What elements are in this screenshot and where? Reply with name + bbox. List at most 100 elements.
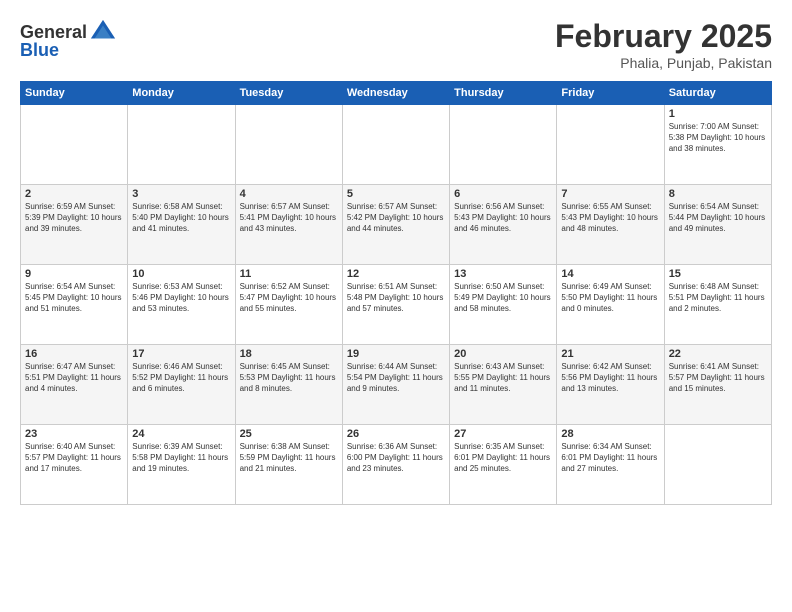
calendar-week-row: 9Sunrise: 6:54 AM Sunset: 5:45 PM Daylig… — [21, 265, 772, 345]
calendar-cell: 7 Sunrise: 6:55 AM Sunset: 5:43 PM Daylig… — [557, 185, 664, 265]
cell-content: Sunrise: 6:45 AM Sunset: 5:53 PM Dayligh… — [240, 362, 338, 394]
cell-content: Sunrise: 6:50 AM Sunset: 5:49 PM Dayligh… — [454, 282, 552, 314]
calendar-week-row: 23 Sunrise: 6:40 AM Sunset: 5:57 PM Dayli… — [21, 425, 772, 505]
day-number: 27 — [454, 428, 552, 440]
month-title: February 2025 — [555, 18, 772, 55]
cell-content: Sunrise: 6:35 AM Sunset: 6:01 PM Dayligh… — [454, 442, 552, 474]
weekday-header: Monday — [128, 82, 235, 105]
page-container: General Blue February 2025 Phalia, Punja… — [0, 0, 792, 515]
day-number: 18 — [240, 348, 338, 360]
cell-content: Sunrise: 6:47 AM Sunset: 5:51 PM Dayligh… — [25, 362, 123, 394]
cell-content: Sunrise: 6:34 AM Sunset: 6:01 PM Dayligh… — [561, 442, 659, 474]
day-number: 13 — [454, 268, 552, 280]
day-number: 20 — [454, 348, 552, 360]
calendar-cell: 3 Sunrise: 6:58 AM Sunset: 5:40 PM Daylig… — [128, 185, 235, 265]
weekday-header-row: SundayMondayTuesdayWednesdayThursdayFrid… — [21, 82, 772, 105]
cell-content: Sunrise: 6:40 AM Sunset: 5:57 PM Dayligh… — [25, 442, 123, 474]
weekday-header: Wednesday — [342, 82, 449, 105]
day-number: 26 — [347, 428, 445, 440]
calendar-week-row: 16 Sunrise: 6:47 AM Sunset: 5:51 PM Dayli… — [21, 345, 772, 425]
calendar-table: SundayMondayTuesdayWednesdayThursdayFrid… — [20, 81, 772, 505]
day-number: 11 — [240, 268, 338, 280]
cell-content: Sunrise: 6:58 AM Sunset: 5:40 PM Dayligh… — [132, 202, 230, 234]
calendar-cell: 2Sunrise: 6:59 AM Sunset: 5:39 PM Daylig… — [21, 185, 128, 265]
calendar-cell: 22 Sunrise: 6:41 AM Sunset: 5:57 PM Dayli… — [664, 345, 771, 425]
cell-content: Sunrise: 6:36 AM Sunset: 6:00 PM Dayligh… — [347, 442, 445, 474]
calendar-cell — [21, 105, 128, 185]
cell-content: Sunrise: 6:46 AM Sunset: 5:52 PM Dayligh… — [132, 362, 230, 394]
calendar-cell — [235, 105, 342, 185]
weekday-header: Tuesday — [235, 82, 342, 105]
title-block: February 2025 Phalia, Punjab, Pakistan — [555, 18, 772, 71]
calendar-cell: 24 Sunrise: 6:39 AM Sunset: 5:58 PM Dayli… — [128, 425, 235, 505]
day-number: 3 — [132, 188, 230, 200]
day-number: 23 — [25, 428, 123, 440]
calendar-cell: 25 Sunrise: 6:38 AM Sunset: 5:59 PM Dayli… — [235, 425, 342, 505]
day-number: 14 — [561, 268, 659, 280]
cell-content: Sunrise: 6:53 AM Sunset: 5:46 PM Dayligh… — [132, 282, 230, 314]
cell-content: Sunrise: 6:38 AM Sunset: 5:59 PM Dayligh… — [240, 442, 338, 474]
calendar-cell: 6 Sunrise: 6:56 AM Sunset: 5:43 PM Daylig… — [450, 185, 557, 265]
calendar-cell: 13 Sunrise: 6:50 AM Sunset: 5:49 PM Dayli… — [450, 265, 557, 345]
cell-content: Sunrise: 7:00 AM Sunset: 5:38 PM Dayligh… — [669, 122, 767, 154]
cell-content: Sunrise: 6:49 AM Sunset: 5:50 PM Dayligh… — [561, 282, 659, 314]
day-number: 25 — [240, 428, 338, 440]
cell-content: Sunrise: 6:57 AM Sunset: 5:42 PM Dayligh… — [347, 202, 445, 234]
cell-content: Sunrise: 6:52 AM Sunset: 5:47 PM Dayligh… — [240, 282, 338, 314]
calendar-cell: 12 Sunrise: 6:51 AM Sunset: 5:48 PM Dayli… — [342, 265, 449, 345]
calendar-week-row: 2Sunrise: 6:59 AM Sunset: 5:39 PM Daylig… — [21, 185, 772, 265]
cell-content: Sunrise: 6:39 AM Sunset: 5:58 PM Dayligh… — [132, 442, 230, 474]
day-number: 7 — [561, 188, 659, 200]
cell-content: Sunrise: 6:54 AM Sunset: 5:44 PM Dayligh… — [669, 202, 767, 234]
calendar-cell: 28 Sunrise: 6:34 AM Sunset: 6:01 PM Dayli… — [557, 425, 664, 505]
day-number: 8 — [669, 188, 767, 200]
day-number: 19 — [347, 348, 445, 360]
logo-blue: Blue — [20, 40, 59, 61]
day-number: 24 — [132, 428, 230, 440]
day-number: 4 — [240, 188, 338, 200]
cell-content: Sunrise: 6:56 AM Sunset: 5:43 PM Dayligh… — [454, 202, 552, 234]
calendar-cell: 21Sunrise: 6:42 AM Sunset: 5:56 PM Dayli… — [557, 345, 664, 425]
calendar-cell — [664, 425, 771, 505]
calendar-cell — [450, 105, 557, 185]
day-number: 2 — [25, 188, 123, 200]
day-number: 12 — [347, 268, 445, 280]
logo: General Blue — [20, 18, 117, 61]
calendar-cell: 11 Sunrise: 6:52 AM Sunset: 5:47 PM Dayli… — [235, 265, 342, 345]
weekday-header: Thursday — [450, 82, 557, 105]
calendar-cell: 16 Sunrise: 6:47 AM Sunset: 5:51 PM Dayli… — [21, 345, 128, 425]
calendar-cell: 15 Sunrise: 6:48 AM Sunset: 5:51 PM Dayli… — [664, 265, 771, 345]
location-title: Phalia, Punjab, Pakistan — [555, 55, 772, 71]
day-number: 17 — [132, 348, 230, 360]
day-number: 16 — [25, 348, 123, 360]
day-number: 5 — [347, 188, 445, 200]
cell-content: Sunrise: 6:48 AM Sunset: 5:51 PM Dayligh… — [669, 282, 767, 314]
calendar-cell: 26 Sunrise: 6:36 AM Sunset: 6:00 PM Dayli… — [342, 425, 449, 505]
calendar-cell: 27 Sunrise: 6:35 AM Sunset: 6:01 PM Dayli… — [450, 425, 557, 505]
cell-content: Sunrise: 6:54 AM Sunset: 5:45 PM Dayligh… — [25, 282, 123, 314]
cell-content: Sunrise: 6:51 AM Sunset: 5:48 PM Dayligh… — [347, 282, 445, 314]
calendar-cell: 19Sunrise: 6:44 AM Sunset: 5:54 PM Dayli… — [342, 345, 449, 425]
cell-content: Sunrise: 6:55 AM Sunset: 5:43 PM Dayligh… — [561, 202, 659, 234]
calendar-cell: 5 Sunrise: 6:57 AM Sunset: 5:42 PM Daylig… — [342, 185, 449, 265]
calendar-cell: 10Sunrise: 6:53 AM Sunset: 5:46 PM Dayli… — [128, 265, 235, 345]
weekday-header: Sunday — [21, 82, 128, 105]
day-number: 1 — [669, 108, 767, 120]
calendar-cell: 4 Sunrise: 6:57 AM Sunset: 5:41 PM Daylig… — [235, 185, 342, 265]
calendar-week-row: 1 Sunrise: 7:00 AM Sunset: 5:38 PM Daylig… — [21, 105, 772, 185]
calendar-cell — [128, 105, 235, 185]
day-number: 28 — [561, 428, 659, 440]
calendar-cell — [557, 105, 664, 185]
day-number: 21 — [561, 348, 659, 360]
cell-content: Sunrise: 6:41 AM Sunset: 5:57 PM Dayligh… — [669, 362, 767, 394]
day-number: 22 — [669, 348, 767, 360]
day-number: 15 — [669, 268, 767, 280]
day-number: 6 — [454, 188, 552, 200]
cell-content: Sunrise: 6:57 AM Sunset: 5:41 PM Dayligh… — [240, 202, 338, 234]
calendar-cell: 9Sunrise: 6:54 AM Sunset: 5:45 PM Daylig… — [21, 265, 128, 345]
header: General Blue February 2025 Phalia, Punja… — [20, 18, 772, 71]
calendar-cell: 23 Sunrise: 6:40 AM Sunset: 5:57 PM Dayli… — [21, 425, 128, 505]
calendar-cell: 20Sunrise: 6:43 AM Sunset: 5:55 PM Dayli… — [450, 345, 557, 425]
calendar-cell: 18 Sunrise: 6:45 AM Sunset: 5:53 PM Dayli… — [235, 345, 342, 425]
weekday-header: Friday — [557, 82, 664, 105]
